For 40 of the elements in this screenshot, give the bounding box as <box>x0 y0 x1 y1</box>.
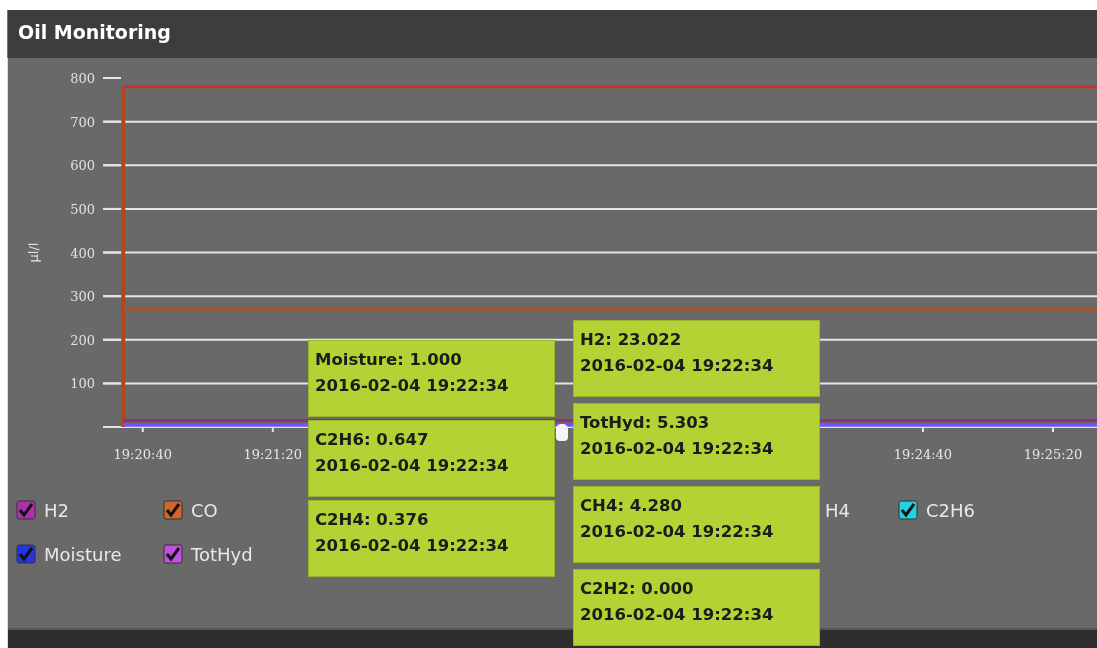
x-tick-label: 19:21:20 <box>243 447 302 462</box>
legend-label: H4 <box>824 498 851 523</box>
y-tick-label: 700 <box>70 114 95 130</box>
x-tick-label: 19:24:40 <box>893 447 953 462</box>
tooltip-value: Moisture: 1.000 <box>315 349 463 371</box>
tooltip-time: 2016-02-04 19:22:34 <box>315 535 510 558</box>
window-title: Oil Monitoring <box>18 21 171 43</box>
tooltip-value: CH4: 4.280 <box>580 495 683 517</box>
tooltip-time: 2016-02-04 19:22:34 <box>315 375 510 398</box>
legend-checkbox[interactable] <box>898 500 918 520</box>
legend-label: TotHyd <box>191 542 253 567</box>
legend-label: CO <box>191 498 218 523</box>
y-tick-label: 500 <box>70 201 95 217</box>
tooltip-value: C2H6: 0.647 <box>315 429 430 451</box>
legend-label: Moisture <box>44 542 122 567</box>
x-tick-label: 19:25:20 <box>1023 447 1083 462</box>
y-tick-label: 800 <box>70 71 95 86</box>
y-tick-label: 100 <box>70 376 95 392</box>
tooltip-value: H2: 23.022 <box>580 329 683 351</box>
tooltip-time: 2016-02-04 19:22:34 <box>580 604 775 627</box>
tooltip-time: 2016-02-04 19:22:34 <box>580 438 775 461</box>
cursor-marker-icon <box>556 424 568 441</box>
tooltip-value: C2H2: 0.000 <box>580 578 695 600</box>
legend-label: H2 <box>44 498 69 523</box>
tooltip-time: 2016-02-04 19:22:34 <box>580 521 775 544</box>
legend-checkbox[interactable] <box>163 544 183 564</box>
tooltip-time: 2016-02-04 19:22:34 <box>580 355 775 378</box>
legend-checkbox[interactable] <box>16 544 36 564</box>
y-axis-label: μl/l <box>26 242 41 263</box>
y-tick-label: 400 <box>70 245 95 261</box>
legend-checkbox[interactable] <box>163 500 183 520</box>
y-tick-label: 600 <box>70 158 95 174</box>
y-tick-label: 200 <box>70 332 95 348</box>
tooltip-value: C2H4: 0.376 <box>315 509 430 531</box>
legend-label: C2H6 <box>926 498 975 523</box>
tooltip-time: 2016-02-04 19:22:34 <box>315 455 510 478</box>
legend-checkbox[interactable] <box>16 500 36 520</box>
tooltip-value: TotHyd: 5.303 <box>580 412 711 434</box>
y-tick-label: 300 <box>70 289 95 305</box>
x-tick-label: 19:20:40 <box>113 447 172 462</box>
